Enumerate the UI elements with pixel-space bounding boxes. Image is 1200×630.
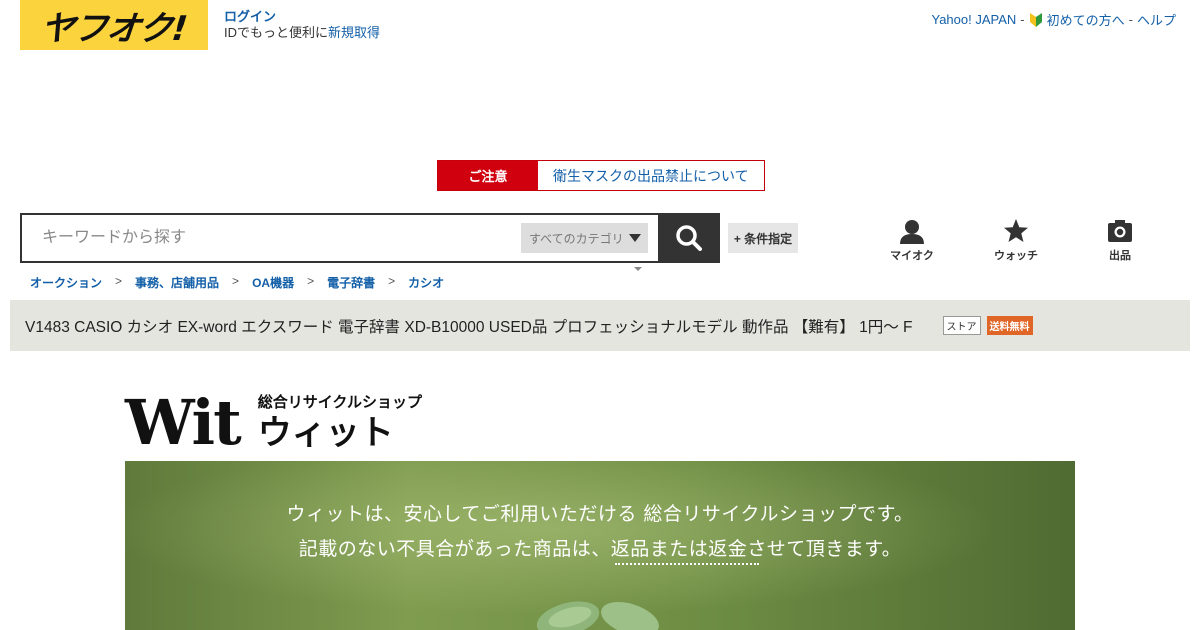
emphasis-dots bbox=[615, 563, 759, 565]
myauction-label: マイオク bbox=[890, 250, 934, 262]
sell-label: 出品 bbox=[1109, 250, 1131, 262]
shop-banner: ウィットは、安心してご利用いただける 総合リサイクルショップです。 記載のない不… bbox=[125, 461, 1075, 630]
sprout-image bbox=[536, 601, 659, 630]
logo-text: ヤフオク! bbox=[38, 8, 189, 49]
watch-label: ウォッチ bbox=[994, 250, 1038, 262]
login-link[interactable]: ログイン bbox=[224, 9, 380, 25]
signup-link[interactable]: 新規取得 bbox=[328, 25, 380, 40]
notice-link[interactable]: 衛生マスクの出品禁止について bbox=[538, 161, 764, 190]
breadcrumb-separator: > bbox=[307, 274, 315, 288]
login-box: ログイン IDでもっと便利に新規取得 bbox=[224, 9, 380, 41]
search-input[interactable] bbox=[22, 215, 521, 261]
breadcrumb-separator: > bbox=[388, 274, 396, 288]
yahuoku-logo[interactable]: ヤフオク! bbox=[20, 0, 208, 50]
breadcrumb-item[interactable]: 事務、店舗用品 bbox=[135, 274, 219, 291]
beginner-link[interactable]: 初めての方へ bbox=[1047, 10, 1125, 29]
beginner-leaf-icon bbox=[1029, 12, 1043, 28]
shop-logo-text: Wit bbox=[125, 386, 242, 459]
search-icon bbox=[676, 225, 702, 251]
caret-down-icon bbox=[634, 267, 642, 271]
link-separator: - bbox=[1020, 12, 1025, 27]
search-bar: すべてのカテゴリ bbox=[20, 213, 660, 263]
camera-icon bbox=[1108, 220, 1132, 242]
condition-button[interactable]: + 条件指定 bbox=[728, 223, 798, 253]
breadcrumb-separator: > bbox=[115, 274, 123, 288]
myauction-button[interactable]: マイオク bbox=[860, 218, 964, 263]
free-shipping-badge: 送料無料 bbox=[986, 316, 1033, 335]
watch-button[interactable]: ウォッチ bbox=[964, 218, 1068, 263]
breadcrumb-item[interactable]: OA機器 bbox=[252, 274, 294, 291]
chevron-down-icon bbox=[629, 234, 641, 242]
search-button[interactable] bbox=[658, 213, 720, 263]
star-icon bbox=[1004, 219, 1028, 242]
tool-nav: マイオク ウォッチ 出品 bbox=[860, 218, 1180, 263]
help-link[interactable]: ヘルプ bbox=[1137, 10, 1176, 29]
user-icon bbox=[900, 220, 924, 244]
notice-banner: ご注意 衛生マスクの出品禁止について bbox=[437, 160, 765, 191]
breadcrumb-item[interactable]: オークション bbox=[30, 274, 102, 291]
banner-text-line1: ウィットは、安心してご利用いただける 総合リサイクルショップです。 bbox=[286, 503, 914, 525]
shop-logo-subtitle: 総合リサイクルショップ bbox=[257, 394, 422, 411]
breadcrumb: オークション > 事務、店舗用品 > OA機器 > 電子辞書 > カシオ bbox=[30, 274, 444, 291]
item-title-bar: V1483 CASIO カシオ EX-word エクスワード 電子辞書 XD-B… bbox=[10, 300, 1190, 351]
top-links: Yahoo! JAPAN - 初めての方へ - ヘルプ bbox=[931, 10, 1176, 29]
category-select[interactable]: すべてのカテゴリ bbox=[521, 223, 648, 253]
breadcrumb-separator: > bbox=[232, 274, 240, 288]
store-badge: ストア bbox=[942, 316, 981, 335]
notice-tag: ご注意 bbox=[438, 161, 538, 190]
link-separator: - bbox=[1128, 12, 1133, 27]
item-title: V1483 CASIO カシオ EX-word エクスワード 電子辞書 XD-B… bbox=[25, 318, 913, 336]
shop-logo: Wit 総合リサイクルショップ ウィット bbox=[125, 386, 422, 459]
yahoo-japan-link[interactable]: Yahoo! JAPAN bbox=[931, 12, 1016, 27]
shop-logo-kana: ウィット bbox=[257, 413, 394, 453]
sell-button[interactable]: 出品 bbox=[1068, 218, 1172, 263]
breadcrumb-item[interactable]: カシオ bbox=[408, 274, 444, 291]
banner-text-line2: 記載のない不具合があった商品は、返品または返金させて頂きます。 bbox=[298, 538, 902, 560]
category-select-label: すべてのカテゴリ bbox=[529, 231, 624, 246]
breadcrumb-item[interactable]: 電子辞書 bbox=[327, 274, 375, 291]
login-subtext: IDでもっと便利に bbox=[224, 25, 329, 40]
